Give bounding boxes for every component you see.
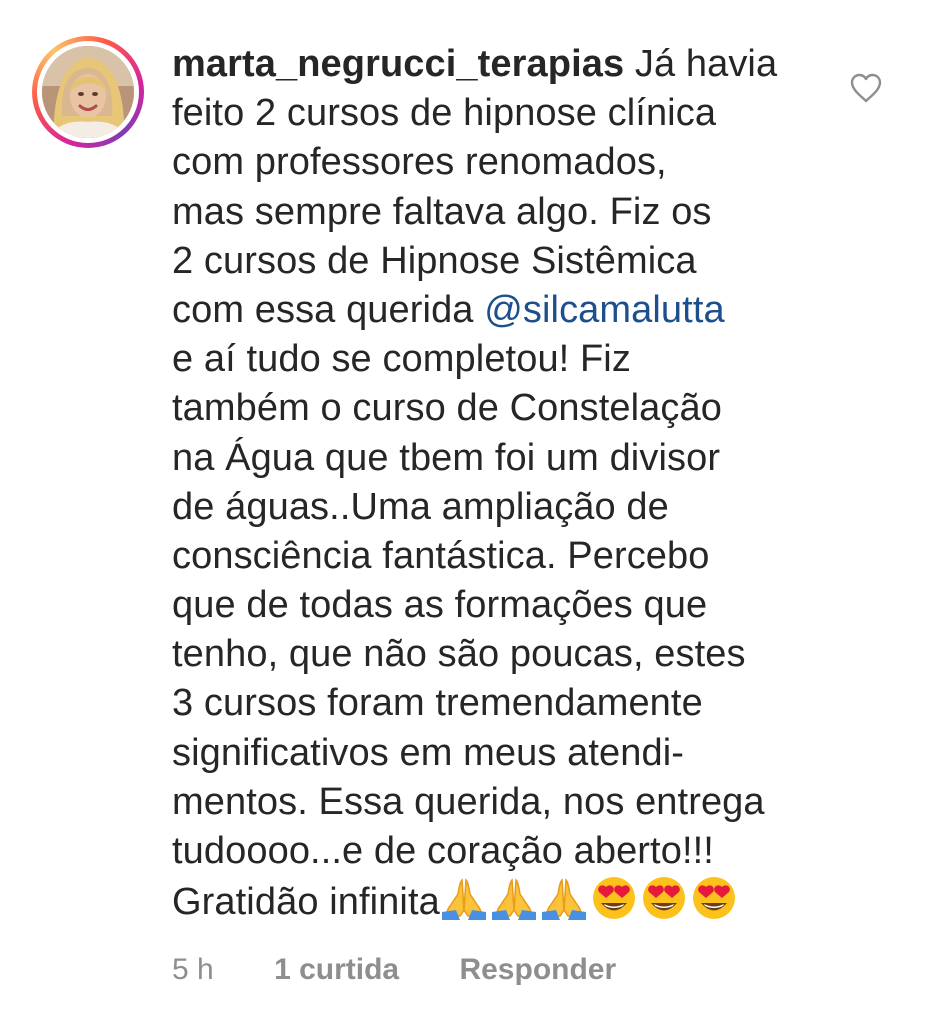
like-comment-button[interactable] [848,70,884,106]
comment-line: tenho, que não são poucas, estes [172,633,746,676]
comment-line: Gratidão infinita [172,876,832,925]
likes-count-link[interactable]: 1 curtida [274,950,399,990]
comment-line: feito 2 cursos de hipnose clínica [172,92,717,135]
comment-line: marta_negrucci_terapias Já havia [172,40,832,89]
comment-line: com essa querida @silcamalutta [172,286,832,335]
reply-button[interactable]: Responder [459,950,616,990]
comment-line: e aí tudo se completou! Fiz [172,338,631,381]
comment-line: na Água que tbem foi um divisor [172,436,721,479]
comment-text-segment: com essa querida [172,288,485,331]
folded-hands-icon [440,876,488,933]
comment-timestamp: 5 h [172,953,214,986]
comment-line: consciência fantástica. Percebo [172,534,710,577]
comment-line: significativos em meus atendi- [172,731,684,774]
comment-line: que de todas as formações que [172,584,708,627]
comment-text-segment: Já havia [624,43,778,85]
username-link[interactable]: marta_negrucci_terapias [172,43,624,85]
comment-line: mentos. Essa querida, nos entrega [172,780,765,823]
comment-line: também o curso de Constelação [172,387,722,430]
folded-hands-icon [540,876,588,933]
mention-link[interactable]: @silcamalutta [484,289,725,331]
avatar[interactable] [42,46,134,138]
heart-outline-icon [850,73,882,103]
heart-eyes-face-icon [590,876,638,933]
comment-line: com professores renomados, [172,141,667,184]
comment-line: tudoooo...e de coração aberto!!! [172,830,714,872]
heart-eyes-face-icon [640,876,688,933]
comment-line: 2 cursos de Hipnose Sistêmica [172,239,697,282]
comment-line: de águas..Uma ampliação de [172,485,669,528]
folded-hands-icon [490,876,538,933]
comment-meta: 5 h 1 curtida Responder [172,950,616,990]
comment-text: marta_negrucci_terapias Já havia feito 2… [172,40,832,925]
avatar-ring-gap [37,41,139,143]
comment-line: 3 cursos foram tremendamente [172,682,703,725]
avatar-story-ring[interactable] [32,36,144,148]
comment: marta_negrucci_terapias Já havia feito 2… [0,0,940,1024]
comment-line: mas sempre faltava algo. Fiz os [172,190,712,233]
avatar-photo [42,46,134,138]
comment-text-segment: Gratidão infinita [172,881,440,924]
heart-eyes-face-icon [690,876,738,933]
